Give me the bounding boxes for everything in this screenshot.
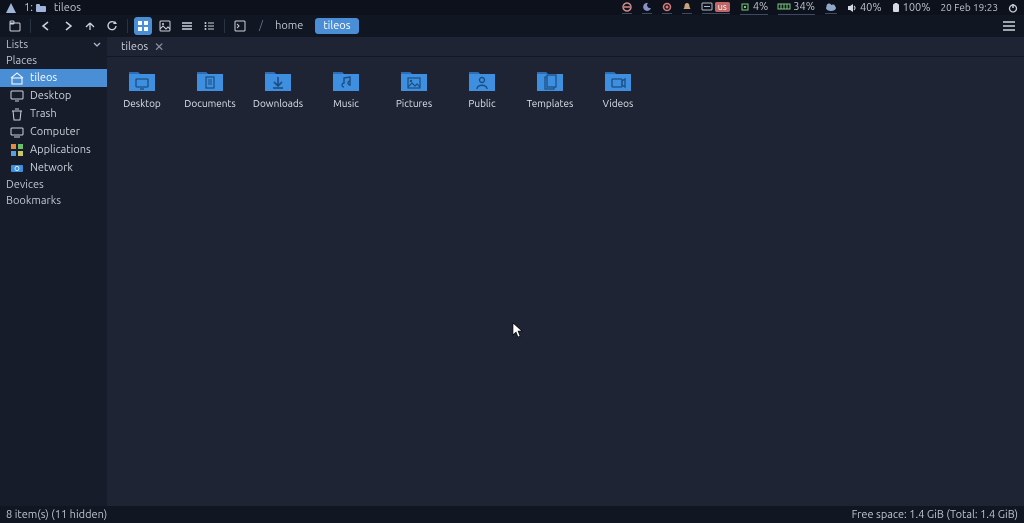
- home-icon: [10, 71, 24, 85]
- sidebar-item-applications[interactable]: Applications: [0, 141, 107, 159]
- chevron-down-icon: [93, 41, 101, 49]
- folder-icon: [605, 69, 631, 94]
- folder-icon: [197, 69, 223, 94]
- folder-label: Music: [333, 98, 359, 109]
- breadcrumb-current[interactable]: tileos: [315, 18, 358, 34]
- tray-memory[interactable]: 34%: [778, 1, 815, 15]
- folder-downloads[interactable]: Downloads: [245, 65, 311, 113]
- folder-label: Public: [468, 98, 495, 109]
- reload-button[interactable]: [103, 17, 121, 35]
- sidebar-panel-selector[interactable]: Lists: [0, 37, 107, 53]
- sidebar-item-label: tileos: [30, 72, 57, 84]
- sidebar: Lists Places tileos Desktop Trash Computer A…: [0, 37, 107, 506]
- status-bar: 8 item(s) (11 hidden) Free space: 1.4 Gi…: [0, 506, 1024, 523]
- network-icon: [10, 161, 24, 175]
- trash-icon: [10, 107, 24, 121]
- folder-icon: [469, 69, 495, 94]
- breadcrumb-sep: /: [259, 20, 263, 32]
- sidebar-item-tileos[interactable]: tileos: [0, 69, 107, 87]
- memory-icon: [778, 3, 790, 11]
- computer-icon: [10, 125, 24, 139]
- folder-label: Desktop: [123, 98, 161, 109]
- tray-cpu[interactable]: 4%: [740, 1, 768, 15]
- workspace-indicator[interactable]: 1:: [24, 2, 46, 14]
- tray-night-icon[interactable]: [642, 2, 652, 14]
- folder-label: Downloads: [253, 98, 303, 109]
- folder-icon: [36, 4, 46, 12]
- tray-battery[interactable]: 100%: [892, 2, 931, 14]
- content-area: tileos ✕ Desktop Documents Downloads Mus…: [107, 37, 1024, 506]
- sidebar-item-label: Computer: [30, 126, 80, 138]
- terminal-button[interactable]: [231, 17, 249, 35]
- icon-view-button[interactable]: [134, 17, 152, 35]
- power-icon[interactable]: [1008, 3, 1018, 13]
- tray-bell-icon[interactable]: [682, 2, 692, 14]
- sidebar-item-label: Applications: [30, 144, 91, 156]
- tab-label: tileos: [121, 41, 148, 53]
- hamburger-menu-button[interactable]: [1000, 17, 1018, 35]
- folder-icon: [265, 69, 291, 94]
- tray-keyboard-layout[interactable]: us: [702, 2, 730, 14]
- mouse-cursor: [513, 323, 525, 342]
- apps-icon: [10, 143, 24, 157]
- breadcrumb-home[interactable]: home: [267, 18, 311, 34]
- list-view-button[interactable]: [200, 17, 218, 35]
- volume-icon: [847, 3, 857, 13]
- battery-icon: [892, 3, 900, 13]
- tray-volume[interactable]: 40%: [847, 2, 882, 14]
- launcher-icon[interactable]: [6, 3, 16, 13]
- cpu-icon: [740, 2, 750, 12]
- folder-icon: [401, 69, 427, 94]
- sidebar-section-places: Places: [0, 53, 107, 69]
- folder-grid[interactable]: Desktop Documents Downloads Music Pictur…: [107, 57, 1024, 506]
- folder-icon: [333, 69, 359, 94]
- sidebar-item-computer[interactable]: Computer: [0, 123, 107, 141]
- folder-icon: [129, 69, 155, 94]
- folder-documents[interactable]: Documents: [177, 65, 243, 113]
- system-bar: 1: tileos us 4% 34% 40% 100%: [0, 0, 1024, 15]
- sidebar-item-label: Trash: [30, 108, 57, 120]
- folder-music[interactable]: Music: [313, 65, 379, 113]
- compact-view-button[interactable]: [178, 17, 196, 35]
- window-title: tileos: [54, 2, 81, 14]
- folder-videos[interactable]: Videos: [585, 65, 651, 113]
- sidebar-section-devices[interactable]: Devices: [0, 177, 107, 193]
- back-button[interactable]: [37, 17, 55, 35]
- tray-weather[interactable]: [825, 2, 837, 14]
- folder-pictures[interactable]: Pictures: [381, 65, 447, 113]
- sidebar-item-label: Network: [30, 162, 73, 174]
- folder-templates[interactable]: Templates: [517, 65, 583, 113]
- folder-public[interactable]: Public: [449, 65, 515, 113]
- folder-label: Documents: [184, 98, 235, 109]
- sidebar-item-label: Desktop: [30, 90, 71, 102]
- folder-icon: [537, 69, 563, 94]
- tray-no-entry-icon[interactable]: [622, 2, 632, 14]
- new-tab-button[interactable]: [6, 17, 24, 35]
- folder-label: Pictures: [396, 98, 432, 109]
- keyboard-icon: [702, 3, 712, 11]
- thumbnail-view-button[interactable]: [156, 17, 174, 35]
- up-button[interactable]: [81, 17, 99, 35]
- desktop-icon: [10, 89, 24, 103]
- folder-desktop[interactable]: Desktop: [109, 65, 175, 113]
- breadcrumb: / home tileos: [259, 18, 359, 34]
- status-free-space: Free space: 1.4 GiB (Total: 1.4 GiB): [852, 509, 1018, 521]
- status-item-count: 8 item(s) (11 hidden): [6, 509, 107, 521]
- tray-record-icon[interactable]: [662, 2, 672, 14]
- sidebar-section-bookmarks[interactable]: Bookmarks: [0, 193, 107, 209]
- folder-label: Videos: [603, 98, 634, 109]
- tray-clock[interactable]: 20 Feb 19:23: [941, 2, 999, 13]
- forward-button[interactable]: [59, 17, 77, 35]
- sidebar-item-desktop[interactable]: Desktop: [0, 87, 107, 105]
- sidebar-item-trash[interactable]: Trash: [0, 105, 107, 123]
- tab-strip: tileos ✕: [107, 37, 1024, 57]
- folder-label: Templates: [527, 98, 574, 109]
- tab-current[interactable]: tileos ✕: [115, 38, 170, 56]
- tab-close-button[interactable]: ✕: [154, 40, 164, 54]
- toolbar: / home tileos: [0, 15, 1024, 37]
- sidebar-item-network[interactable]: Network: [0, 159, 107, 177]
- cloud-icon: [825, 2, 837, 12]
